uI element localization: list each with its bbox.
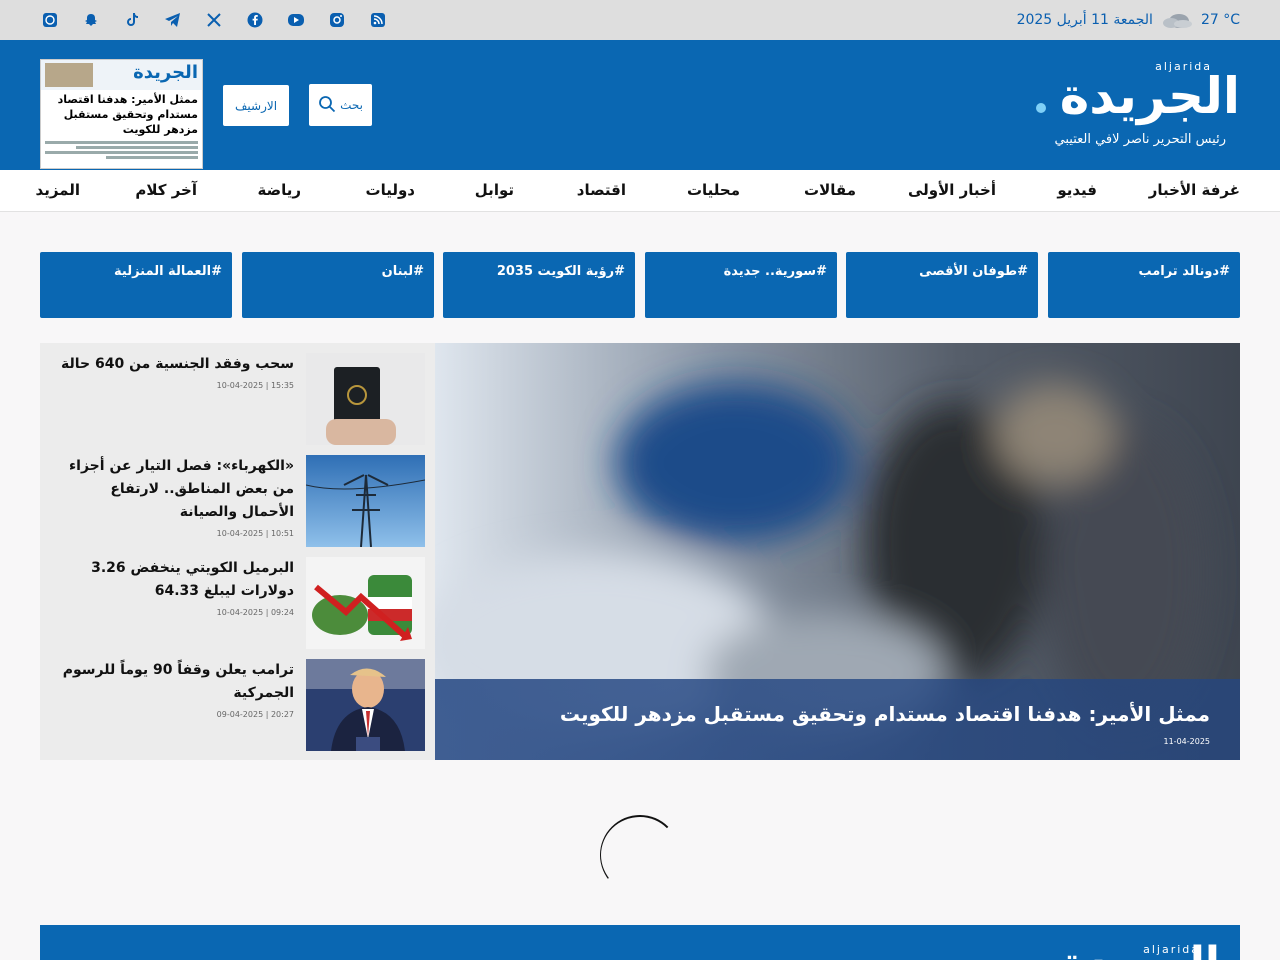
news-time: 09-04-2025 | 20:27 bbox=[216, 710, 294, 719]
newspaper-cover[interactable]: الجريدة ممثل الأمير: هدفنا اقتصاد مستدام… bbox=[40, 59, 203, 169]
latest-news-list: سحب وفقد الجنسية من 640 حالة 10-04-2025 … bbox=[40, 343, 435, 760]
current-date: الجمعة 11 أبريل 2025 bbox=[1016, 12, 1153, 28]
tag-al-aqsa-flood[interactable]: #طوفان الأقصى bbox=[846, 252, 1038, 318]
site-logo[interactable]: aljarida الجريدة bbox=[1036, 60, 1240, 140]
loading-spinner bbox=[600, 815, 680, 895]
footer-logo-arabic[interactable]: الجريدة bbox=[1061, 939, 1220, 960]
news-thumbnail bbox=[306, 557, 425, 649]
whatsapp-icon[interactable] bbox=[40, 10, 60, 30]
archive-label: الارشيف bbox=[234, 98, 278, 113]
nav-item-newsroom[interactable]: غرفة الأخبار bbox=[1149, 181, 1240, 199]
news-time: 10-04-2025 | 15:35 bbox=[216, 381, 294, 390]
hero-title[interactable]: ممثل الأمير: هدفنا اقتصاد مستدام وتحقيق … bbox=[560, 702, 1210, 726]
top-bar: 27 °C الجمعة 11 أبريل 2025 bbox=[0, 0, 1280, 40]
tag-new-syria[interactable]: #سورية.. جديدة bbox=[645, 252, 837, 318]
news-title[interactable]: البرميل الكويتي ينخفض 3.26 دولارات ليبلغ… bbox=[59, 557, 294, 603]
news-time: 10-04-2025 | 10:51 bbox=[216, 529, 294, 538]
archive-button[interactable]: الارشيف bbox=[223, 85, 289, 126]
nav-item-local[interactable]: محليات bbox=[687, 181, 740, 199]
list-item[interactable]: ترامب يعلن وقفاً 90 يوماً للرسوم الجمركي… bbox=[40, 659, 425, 751]
news-time: 10-04-2025 | 09:24 bbox=[216, 608, 294, 617]
paper-headline: ممثل الأمير: هدفنا اقتصاد مستدام وتحقيق … bbox=[57, 93, 198, 136]
search-label: بحث bbox=[340, 98, 363, 112]
nav-item-international[interactable]: دوليات bbox=[366, 181, 415, 199]
search-button[interactable]: بحث bbox=[309, 84, 372, 126]
logo-dot bbox=[1036, 103, 1046, 113]
instagram-icon[interactable] bbox=[327, 10, 347, 30]
tag-kuwait-vision-2035[interactable]: #رؤية الكويت 2035 bbox=[443, 252, 635, 318]
site-header: aljarida الجريدة رئيس التحرير ناصر لافي … bbox=[0, 40, 1280, 170]
editor-in-chief: رئيس التحرير ناصر لافي العتيبي bbox=[1054, 132, 1226, 147]
facebook-icon[interactable] bbox=[245, 10, 265, 30]
x-icon[interactable] bbox=[204, 10, 224, 30]
cloud-icon bbox=[1161, 11, 1193, 29]
nav-item-sports[interactable]: رياضة bbox=[258, 181, 302, 199]
rss-icon[interactable] bbox=[368, 10, 388, 30]
snapchat-icon[interactable] bbox=[81, 10, 101, 30]
nav-item-articles[interactable]: مقالات bbox=[804, 181, 856, 199]
hero-story[interactable]: ممثل الأمير: هدفنا اقتصاد مستدام وتحقيق … bbox=[435, 343, 1240, 760]
nav-item-last-word[interactable]: آخر كلام bbox=[135, 181, 197, 199]
weather-widget: 27 °C الجمعة 11 أبريل 2025 bbox=[1017, 10, 1240, 30]
tag-lebanon[interactable]: #لبنان bbox=[242, 252, 434, 318]
nav-item-economy[interactable]: اقتصاد bbox=[577, 181, 626, 199]
news-title[interactable]: «الكهرباء»: فصل التيار عن أجزاء من بعض ا… bbox=[59, 455, 294, 524]
nav-item-first-news[interactable]: أخبار الأولى bbox=[908, 181, 996, 199]
paper-logo: الجريدة bbox=[133, 62, 198, 83]
paper-masthead: الجريدة bbox=[41, 60, 202, 90]
list-item[interactable]: البرميل الكويتي ينخفض 3.26 دولارات ليبلغ… bbox=[40, 557, 425, 649]
search-icon bbox=[318, 95, 336, 116]
news-title[interactable]: ترامب يعلن وقفاً 90 يوماً للرسوم الجمركي… bbox=[59, 659, 294, 705]
news-thumbnail bbox=[306, 353, 425, 445]
site-footer: aljarida الجريدة bbox=[40, 925, 1240, 960]
temperature: 27 °C bbox=[1200, 12, 1240, 28]
news-thumbnail bbox=[306, 455, 425, 547]
nav-item-spices[interactable]: توابل bbox=[475, 181, 514, 199]
logo-arabic: الجريدة bbox=[1059, 67, 1240, 125]
hero-caption: ممثل الأمير: هدفنا اقتصاد مستدام وتحقيق … bbox=[435, 679, 1240, 760]
tag-domestic-workers[interactable]: #العمالة المنزلية bbox=[40, 252, 232, 318]
paper-text-lines bbox=[41, 141, 202, 159]
news-title[interactable]: سحب وفقد الجنسية من 640 حالة bbox=[59, 353, 294, 376]
tiktok-icon[interactable] bbox=[122, 10, 142, 30]
news-thumbnail bbox=[306, 659, 425, 751]
youtube-icon[interactable] bbox=[286, 10, 306, 30]
paper-photo bbox=[45, 63, 93, 87]
nav-item-video[interactable]: فيديو bbox=[1057, 181, 1097, 199]
hero-date: 11-04-2025 bbox=[1163, 737, 1211, 746]
nav-item-more[interactable]: المزيد bbox=[36, 181, 80, 199]
main-nav: غرفة الأخبار فيديو أخبار الأولى مقالات م… bbox=[0, 170, 1280, 212]
tag-donald-trump[interactable]: #دونالد ترامب bbox=[1048, 252, 1240, 318]
list-item[interactable]: سحب وفقد الجنسية من 640 حالة 10-04-2025 … bbox=[40, 353, 425, 445]
list-item[interactable]: «الكهرباء»: فصل التيار عن أجزاء من بعض ا… bbox=[40, 455, 425, 547]
social-links bbox=[40, 10, 388, 30]
telegram-icon[interactable] bbox=[163, 10, 183, 30]
